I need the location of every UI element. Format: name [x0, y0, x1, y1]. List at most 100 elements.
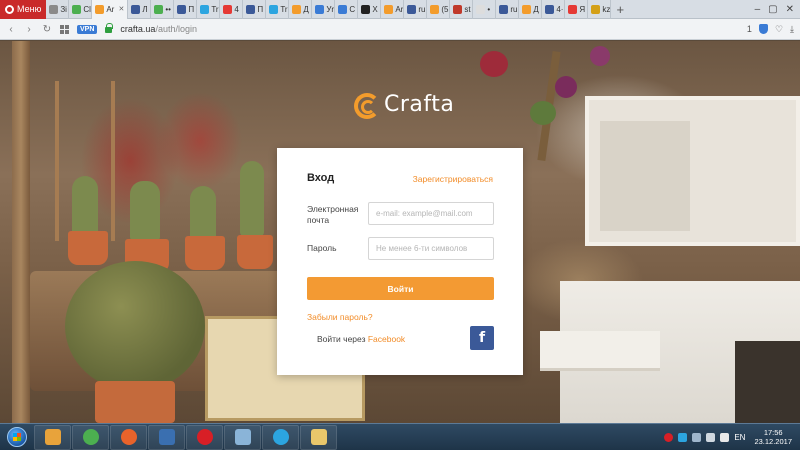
browser-tab[interactable]: ru: [404, 0, 428, 19]
tab-label: Ar: [106, 4, 115, 14]
taskbar-app-opera[interactable]: [186, 424, 223, 450]
back-icon[interactable]: ‹: [6, 24, 16, 35]
taskbar-app-explorer[interactable]: [300, 424, 337, 450]
tab-label: Д: [303, 4, 309, 14]
browser-tab[interactable]: П: [174, 0, 198, 19]
download-icon[interactable]: ⤓: [790, 24, 794, 35]
browser-tab[interactable]: Tr: [266, 0, 290, 19]
volume-icon[interactable]: [706, 432, 716, 442]
browser-tab[interactable]: Д: [519, 0, 543, 19]
register-link[interactable]: Зарегистрироваться: [413, 174, 493, 184]
minimize-icon[interactable]: –: [755, 4, 761, 15]
browser-tab[interactable]: С: [335, 0, 359, 19]
tab-favicon-icon: [292, 4, 302, 14]
opera-tray-icon[interactable]: [664, 432, 674, 442]
taskbar-app-save[interactable]: [148, 424, 185, 450]
browser-tab[interactable]: Tr: [197, 0, 221, 19]
facebook-icon: f: [478, 330, 486, 346]
tab-favicon-icon: [568, 4, 578, 14]
chrome-icon: [82, 429, 99, 445]
tab-favicon-icon: [131, 4, 141, 14]
start-button[interactable]: [0, 424, 34, 450]
browser-tab[interactable]: Ar ✕: [92, 0, 129, 19]
network-icon[interactable]: [692, 432, 702, 442]
browser-tab[interactable]: (5: [427, 0, 451, 19]
tab-favicon-icon: [407, 4, 417, 14]
browser-tab[interactable]: •: [473, 0, 497, 19]
facebook-login-button[interactable]: f: [470, 326, 494, 350]
flag-icon[interactable]: [720, 432, 730, 442]
forgot-password-link[interactable]: Забыли пароль?: [307, 312, 373, 322]
browser-tab[interactable]: st: [450, 0, 474, 19]
url-field[interactable]: crafta.ua/auth/login: [120, 24, 197, 34]
taskbar-app-chrome[interactable]: [72, 424, 109, 450]
tab-label: П: [188, 4, 195, 14]
tab-favicon-icon: [545, 4, 555, 14]
crafta-logo[interactable]: Crafta: [352, 91, 455, 119]
close-tab-icon[interactable]: ✕: [118, 5, 124, 13]
speed-dial-icon[interactable]: [60, 24, 69, 34]
background-decor: [72, 176, 98, 236]
login-button[interactable]: Войти: [307, 277, 494, 300]
browser-tab[interactable]: ru: [496, 0, 520, 19]
close-window-icon[interactable]: ✕: [786, 4, 794, 15]
taskbar-app-media-player[interactable]: [34, 424, 71, 450]
window-controls: – ▢ ✕: [755, 4, 800, 15]
maximize-icon[interactable]: ▢: [768, 4, 777, 15]
browser-tab[interactable]: Уr: [312, 0, 336, 19]
tab-label: Я: [579, 4, 586, 14]
browser-tab[interactable]: П: [243, 0, 267, 19]
telegram-icon: [272, 429, 289, 445]
background-decor: [735, 341, 800, 423]
new-tab-button[interactable]: +: [611, 0, 629, 19]
tab-favicon-icon: [499, 4, 509, 14]
browser-tab[interactable]: Я: [565, 0, 589, 19]
browser-tab[interactable]: Зі: [46, 0, 70, 19]
tab-favicon-icon: [476, 4, 486, 14]
adblock-shield-icon[interactable]: [758, 24, 768, 34]
explorer-icon: [310, 429, 327, 445]
browser-tab[interactable]: Л: [128, 0, 152, 19]
tab-label: Л: [142, 4, 148, 14]
tab-favicon-icon: [338, 4, 348, 14]
taskbar-app-firefox[interactable]: [110, 424, 147, 450]
forward-icon[interactable]: ›: [24, 24, 34, 35]
tab-label: Х: [372, 4, 378, 14]
address-bar: ‹ › ↻ VPN crafta.ua/auth/login 1 ♡ ⤓: [0, 19, 800, 40]
tab-label: •: [487, 4, 491, 14]
tab-favicon-icon: [453, 4, 463, 14]
bookmark-heart-icon[interactable]: ♡: [775, 24, 783, 35]
browser-tab[interactable]: 4·: [542, 0, 566, 19]
clock[interactable]: 17:56 23.12.2017: [754, 428, 792, 446]
telegram-tray-icon[interactable]: [678, 432, 688, 442]
background-decor: [68, 231, 108, 265]
secure-lock-icon[interactable]: [105, 23, 114, 34]
media-player-icon: [44, 429, 61, 445]
reload-icon[interactable]: ↻: [42, 24, 52, 35]
password-field[interactable]: [368, 237, 494, 260]
tab-label: Д: [533, 4, 539, 14]
background-decor: [590, 46, 610, 66]
browser-tab[interactable]: 4: [220, 0, 244, 19]
email-field[interactable]: [368, 202, 494, 225]
browser-tab[interactable]: Д: [289, 0, 313, 19]
language-indicator[interactable]: EN: [734, 433, 745, 442]
facebook-login-link[interactable]: Facebook: [368, 334, 405, 344]
browser-tab[interactable]: Cl: [69, 0, 93, 19]
browser-tab[interactable]: Х: [358, 0, 382, 19]
browser-tab[interactable]: Ar: [381, 0, 405, 19]
taskbar-app-telegram[interactable]: [262, 424, 299, 450]
opera-menu-button[interactable]: Меню: [0, 0, 47, 19]
tab-label: (5: [441, 4, 449, 14]
taskbar-app-network[interactable]: [224, 424, 261, 450]
logo-text: Crafta: [384, 91, 455, 117]
vpn-badge[interactable]: VPN: [77, 24, 98, 34]
browser-tab[interactable]: kz: [588, 0, 612, 19]
taskbar-apps: [34, 424, 338, 450]
tab-label: Уr: [326, 4, 335, 14]
tab-label: Зі: [60, 4, 67, 14]
address-bar-actions: 1 ♡ ⤓: [747, 24, 794, 35]
tab-label: П: [257, 4, 264, 14]
page-background: Crafta Вход Зарегистрироваться Электронн…: [0, 41, 800, 423]
browser-tab[interactable]: ••: [151, 0, 175, 19]
